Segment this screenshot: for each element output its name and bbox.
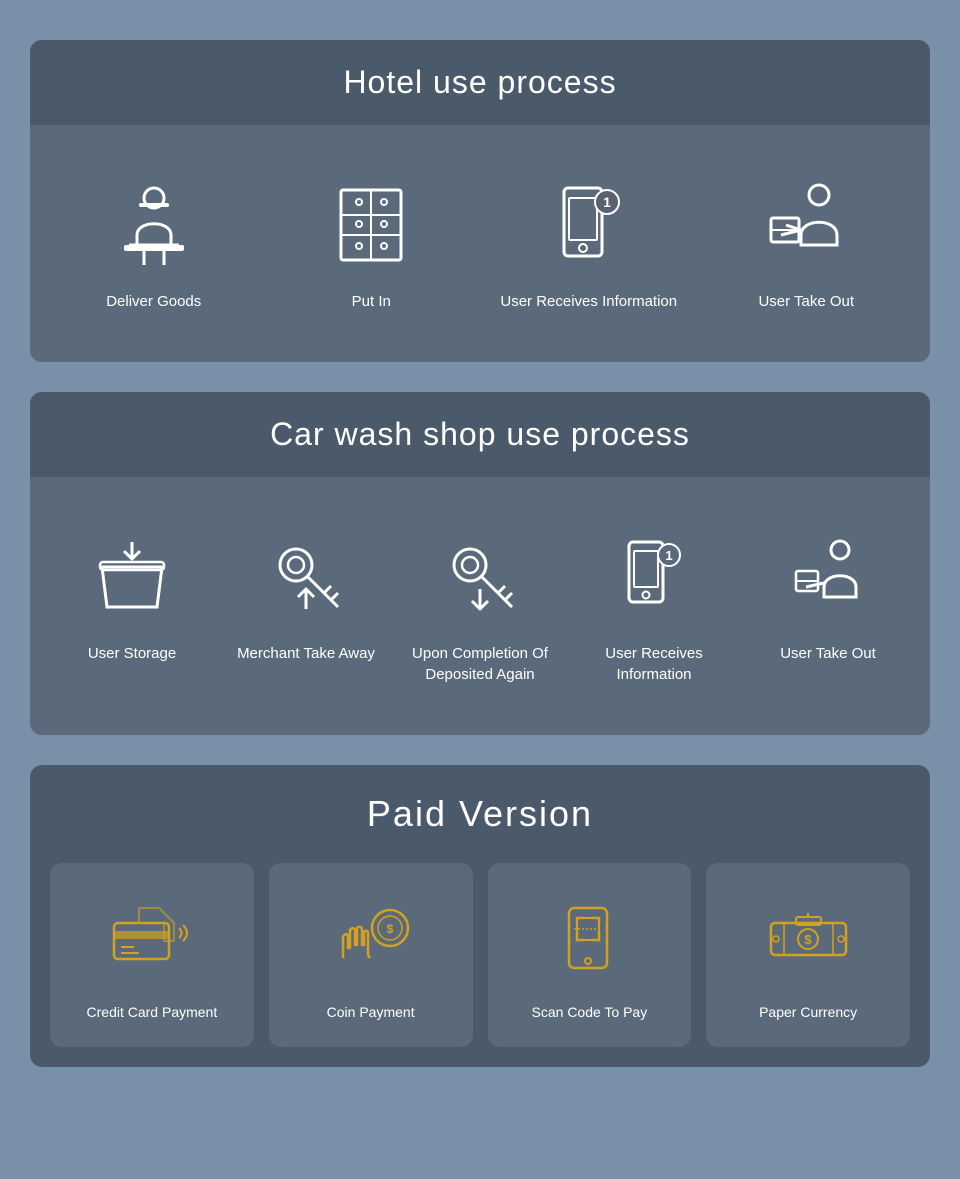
hotel-item-put-in: Put In [268,155,476,332]
coin-payment-icon: $ [326,893,416,983]
svg-text:1: 1 [603,194,611,210]
credit-card-icon [107,893,197,983]
hotel-item-user-take-out: User Take Out [703,155,911,332]
hotel-body: Deliver Goods [30,125,930,362]
paid-item-scan-code: Scan Code To Pay [488,863,692,1047]
deliver-goods-label: Deliver Goods [106,291,201,312]
paid-title: Paid Version [50,793,910,835]
hotel-item-user-receives: 1 User Receives Information [485,155,693,332]
paid-section: Paid Version [30,765,930,1067]
phone-notification-2-icon: 1 [604,527,704,627]
user-receives-label: User Receives Information [500,291,677,312]
svg-text:$: $ [804,932,812,947]
person-box-2-icon [778,527,878,627]
phone-notification-icon: 1 [539,175,639,275]
carwash-item-upon-completion: Upon Completion Of Deposited Again [398,507,562,705]
merchant-take-away-label: Merchant Take Away [237,643,375,664]
coin-payment-label: Coin Payment [327,1003,415,1023]
credit-card-label: Credit Card Payment [87,1003,218,1023]
locker-icon [321,175,421,275]
carwash-title: Car wash shop use process [50,416,910,453]
svg-text:$: $ [387,922,394,936]
paid-item-coin: $ Coin Payment [269,863,473,1047]
user-receives-2-label: User Receives Information [582,643,726,685]
carwash-item-user-take-out: User Take Out [746,507,910,705]
user-storage-label: User Storage [88,643,176,664]
paid-body: Credit Card Payment $ Coin Payment [30,863,930,1067]
storage-basket-icon [82,527,182,627]
put-in-label: Put In [352,291,391,312]
scan-code-icon [544,893,634,983]
carwash-section: Car wash shop use process User Storage [30,392,930,735]
paper-currency-icon: $ [763,893,853,983]
delivery-person-icon [104,175,204,275]
person-box-icon [756,175,856,275]
paid-header: Paid Version [30,765,930,863]
carwash-item-merchant-take-away: Merchant Take Away [224,507,388,705]
svg-text:1: 1 [665,548,672,563]
user-take-out-2-label: User Take Out [780,643,876,664]
scan-code-label: Scan Code To Pay [532,1003,648,1023]
key-down-icon [430,527,530,627]
key-up-icon [256,527,356,627]
paper-currency-label: Paper Currency [759,1003,857,1023]
paid-item-paper-currency: $ Paper Currency [706,863,910,1047]
user-take-out-label: User Take Out [758,291,854,312]
upon-completion-label: Upon Completion Of Deposited Again [408,643,552,685]
carwash-header: Car wash shop use process [30,392,930,477]
carwash-item-user-storage: User Storage [50,507,214,705]
hotel-title: Hotel use process [50,64,910,101]
carwash-item-user-receives: 1 User Receives Information [572,507,736,705]
hotel-header: Hotel use process [30,40,930,125]
paid-item-credit-card: Credit Card Payment [50,863,254,1047]
hotel-item-deliver-goods: Deliver Goods [50,155,258,332]
hotel-section: Hotel use process [30,40,930,362]
carwash-body: User Storage Merchant Tak [30,477,930,735]
